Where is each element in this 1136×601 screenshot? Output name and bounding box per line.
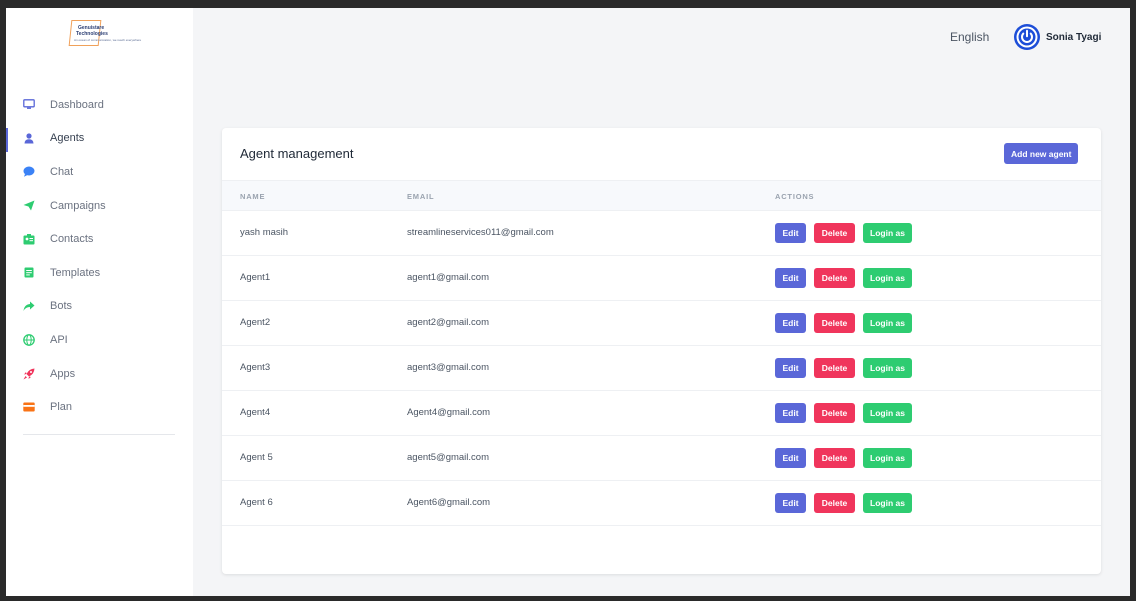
table-row: Agent3 agent3@gmail.com Edit Delete Logi…	[222, 346, 1101, 391]
sidebar-item-label: Plan	[50, 401, 73, 414]
globe-icon	[23, 334, 35, 346]
page-title: Agent management	[240, 146, 354, 161]
login-as-button[interactable]: Login as	[863, 358, 912, 378]
chat-bubble-icon	[23, 166, 35, 178]
table-row: Agent 6 Agent6@gmail.com Edit Delete Log…	[222, 481, 1101, 526]
document-icon	[23, 267, 35, 279]
sidebar-item-campaigns[interactable]: Campaigns	[6, 189, 193, 223]
delete-button[interactable]: Delete	[814, 448, 855, 468]
login-as-button[interactable]: Login as	[863, 448, 912, 468]
agent-email: Agent6@gmail.com	[407, 497, 491, 508]
column-header-email: EMAIL	[407, 192, 435, 201]
sidebar: Genuistare Technologies An ocean of comm…	[6, 8, 193, 596]
edit-button[interactable]: Edit	[775, 358, 806, 378]
agent-email: agent3@gmail.com	[407, 362, 489, 373]
sidebar-item-bots[interactable]: Bots	[6, 290, 193, 324]
agent-management-card: Agent management Add new agent NAME EMAI…	[222, 128, 1101, 574]
agent-email: agent5@gmail.com	[407, 452, 489, 463]
logo-line2: Technologies	[76, 31, 108, 37]
agent-email: agent1@gmail.com	[407, 272, 489, 283]
row-actions: Edit Delete Login as	[775, 448, 912, 468]
sidebar-item-label: Campaigns	[50, 199, 106, 212]
edit-button[interactable]: Edit	[775, 268, 806, 288]
agent-name: Agent3	[240, 362, 271, 373]
sidebar-item-plan[interactable]: Plan	[6, 390, 193, 424]
row-actions: Edit Delete Login as	[775, 268, 912, 288]
delete-button[interactable]: Delete	[814, 268, 855, 288]
row-actions: Edit Delete Login as	[775, 223, 912, 243]
agent-name: yash masih	[240, 227, 289, 238]
edit-button[interactable]: Edit	[775, 448, 806, 468]
login-as-button[interactable]: Login as	[863, 268, 912, 288]
sidebar-item-label: Agents	[50, 132, 85, 145]
edit-button[interactable]: Edit	[775, 403, 806, 423]
sidebar-item-agents[interactable]: Agents	[6, 122, 193, 156]
column-header-name: NAME	[240, 192, 266, 201]
sidebar-nav: Dashboard Agents Chat Campaigns Contacts…	[6, 88, 193, 424]
avatar[interactable]	[1014, 24, 1040, 50]
credit-card-icon	[23, 401, 35, 413]
user-icon	[23, 132, 35, 144]
delete-button[interactable]: Delete	[814, 313, 855, 333]
login-as-button[interactable]: Login as	[863, 223, 912, 243]
brand-logo[interactable]: Genuistare Technologies An ocean of comm…	[64, 20, 141, 50]
contact-card-icon	[23, 233, 35, 245]
sidebar-item-chat[interactable]: Chat	[6, 155, 193, 189]
agent-name: Agent1	[240, 272, 271, 283]
agent-name: Agent2	[240, 317, 271, 328]
edit-button[interactable]: Edit	[775, 493, 806, 513]
sidebar-item-label: Chat	[50, 165, 74, 178]
logo-tagline: An ocean of communication, we reach ever…	[74, 38, 142, 42]
column-header-actions: ACTIONS	[775, 192, 815, 201]
table-row: Agent 5 agent5@gmail.com Edit Delete Log…	[222, 436, 1101, 481]
delete-button[interactable]: Delete	[814, 403, 855, 423]
edit-button[interactable]: Edit	[775, 313, 806, 333]
agent-name: Agent 5	[240, 452, 273, 463]
sidebar-item-contacts[interactable]: Contacts	[6, 222, 193, 256]
agent-name: Agent 6	[240, 497, 273, 508]
agent-name: Agent4	[240, 407, 271, 418]
login-as-button[interactable]: Login as	[863, 493, 912, 513]
user-name[interactable]: Sonia Tyagi	[1046, 32, 1101, 43]
sidebar-item-label: Bots	[50, 300, 73, 313]
row-actions: Edit Delete Login as	[775, 403, 912, 423]
rocket-icon	[23, 368, 35, 380]
sidebar-item-label: Apps	[50, 367, 76, 380]
delete-button[interactable]: Delete	[814, 358, 855, 378]
sidebar-item-label: Contacts	[50, 233, 94, 246]
table-header: NAME EMAIL ACTIONS	[222, 180, 1101, 211]
table-row: Agent1 agent1@gmail.com Edit Delete Logi…	[222, 256, 1101, 301]
table-row: yash masih streamlineservices011@gmail.c…	[222, 211, 1101, 256]
sidebar-divider	[23, 434, 175, 435]
share-arrow-icon	[23, 300, 35, 312]
row-actions: Edit Delete Login as	[775, 313, 912, 333]
sidebar-item-label: API	[50, 333, 68, 346]
sidebar-item-templates[interactable]: Templates	[6, 256, 193, 290]
row-actions: Edit Delete Login as	[775, 493, 912, 513]
sidebar-item-label: Templates	[50, 266, 101, 279]
sidebar-item-dashboard[interactable]: Dashboard	[6, 88, 193, 122]
login-as-button[interactable]: Login as	[863, 403, 912, 423]
sidebar-item-api[interactable]: API	[6, 323, 193, 357]
language-selector[interactable]: English	[950, 30, 989, 44]
delete-button[interactable]: Delete	[814, 223, 855, 243]
monitor-icon	[23, 99, 35, 111]
sidebar-item-apps[interactable]: Apps	[6, 357, 193, 391]
sidebar-item-label: Dashboard	[50, 98, 104, 111]
table-row: Agent2 agent2@gmail.com Edit Delete Logi…	[222, 301, 1101, 346]
app-window: Genuistare Technologies An ocean of comm…	[6, 8, 1130, 596]
login-as-button[interactable]: Login as	[863, 313, 912, 333]
delete-button[interactable]: Delete	[814, 493, 855, 513]
edit-button[interactable]: Edit	[775, 223, 806, 243]
agent-email: streamlineservices011@gmail.com	[407, 227, 554, 238]
agent-email: Agent4@gmail.com	[407, 407, 491, 418]
power-icon	[1014, 24, 1040, 50]
send-icon	[23, 200, 35, 212]
row-actions: Edit Delete Login as	[775, 358, 912, 378]
table-row: Agent4 Agent4@gmail.com Edit Delete Logi…	[222, 391, 1101, 436]
agent-email: agent2@gmail.com	[407, 317, 489, 328]
add-new-agent-button[interactable]: Add new agent	[1004, 143, 1079, 164]
